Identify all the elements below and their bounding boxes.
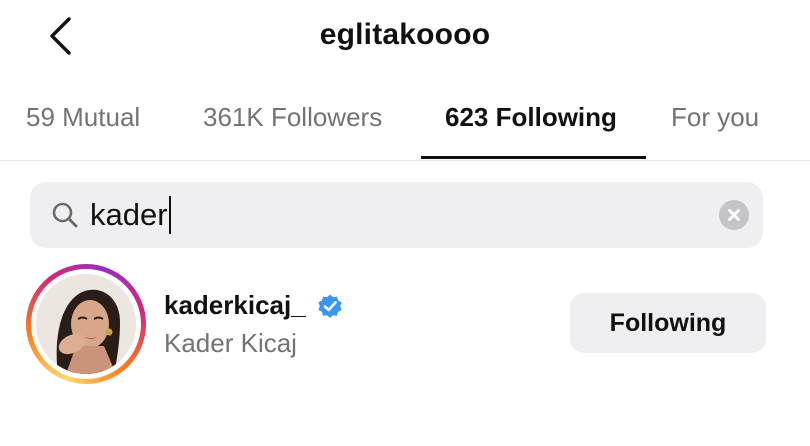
search-input-value: kader	[90, 197, 168, 232]
page-title: eglitakoooo	[319, 18, 491, 51]
search-input[interactable]: kader	[90, 192, 680, 238]
clear-icon	[728, 209, 740, 221]
tab-bar: 59 Mutual 361K Followers 623 Following F…	[0, 80, 810, 161]
text-caret	[168, 196, 171, 234]
username[interactable]: kaderkicaj_	[164, 290, 306, 321]
following-list-screen: eglitakoooo 59 Mutual 361K Followers 623…	[0, 0, 810, 446]
full-name: Kader Kicaj	[164, 328, 297, 358]
tab-for-you[interactable]: For you	[671, 102, 759, 133]
clear-search-button[interactable]	[719, 200, 749, 230]
search-icon	[52, 202, 78, 228]
story-ring[interactable]	[26, 264, 146, 384]
tab-following[interactable]: 623 Following	[445, 102, 617, 133]
avatar-image	[36, 274, 136, 374]
tab-followers[interactable]: 361K Followers	[203, 102, 382, 133]
active-tab-indicator	[421, 156, 646, 159]
verified-badge-icon	[318, 294, 342, 318]
avatar[interactable]	[36, 274, 136, 374]
search-bar[interactable]: kader	[30, 182, 763, 248]
following-button[interactable]: Following	[570, 293, 766, 353]
list-item[interactable]: kaderkicaj_ Kader Kicaj Following	[0, 262, 810, 386]
tab-mutual[interactable]: 59 Mutual	[26, 102, 140, 133]
username-line: kaderkicaj_	[164, 290, 344, 321]
header: eglitakoooo	[0, 0, 810, 78]
